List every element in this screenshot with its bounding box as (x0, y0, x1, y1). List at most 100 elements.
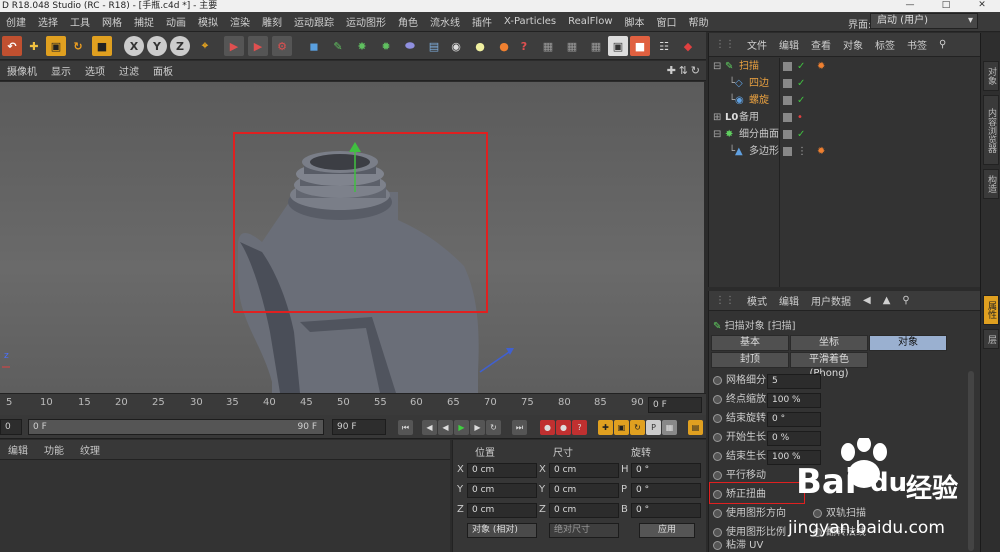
render-view-icon[interactable]: ▶ (224, 36, 244, 56)
tag-icon[interactable]: ✹ (817, 58, 825, 75)
size-y-field[interactable]: 0 cm (549, 483, 619, 498)
object-row-polygon[interactable]: └ ▲ 多边形 ⋮ ✹ (709, 143, 981, 160)
object-row-helix[interactable]: └ ◉ 螺旋 ✓ (709, 92, 981, 109)
layer-icon[interactable] (783, 147, 792, 156)
end-frame-field[interactable]: 90 F (332, 419, 386, 435)
menu-character[interactable]: 角色 (392, 14, 424, 29)
size-x-field[interactable]: 0 cm (549, 463, 619, 478)
material-menu-edit[interactable]: 编辑 (0, 442, 36, 457)
pos-y-field[interactable]: 0 cm (467, 483, 537, 498)
animate-radio[interactable] (713, 451, 722, 461)
3d-viewport[interactable]: z (0, 82, 704, 393)
menu-mograph[interactable]: 运动图形 (340, 14, 392, 29)
key-rotation-icon[interactable]: ↻ (630, 420, 645, 435)
animate-radio[interactable] (713, 508, 722, 518)
python-icon[interactable]: ◆ (678, 36, 698, 56)
rotate-icon[interactable]: ↻ (68, 36, 88, 56)
object-row-subdivision[interactable]: ⊟ ✸ 细分曲面 ✓ (709, 126, 981, 143)
collapse-icon[interactable]: ⊞ (713, 109, 721, 126)
viewport-menu-panel[interactable]: 面板 (146, 63, 180, 78)
guide-icon[interactable]: ☷ (654, 36, 674, 56)
object-menu-bookmarks[interactable]: 书签 (901, 37, 933, 52)
size-mode-dropdown[interactable]: 绝对尺寸 (549, 523, 619, 538)
light-icon[interactable]: ● (470, 36, 490, 56)
layer-icon[interactable] (783, 113, 792, 122)
object-row-null[interactable]: ⊞ L0 备用 • (709, 109, 981, 126)
recent-tool-icon[interactable]: ■ (92, 36, 112, 56)
object-menu-file[interactable]: 文件 (741, 37, 773, 52)
z-axis-icon[interactable]: Z (170, 36, 190, 56)
deformer-icon[interactable]: ⬬ (400, 36, 420, 56)
size-z-field[interactable]: 0 cm (549, 503, 619, 518)
layer-icon[interactable] (783, 96, 792, 105)
attribute-menu-mode[interactable]: 模式 (741, 293, 773, 308)
animate-radio[interactable] (713, 413, 722, 423)
tab-phong[interactable]: 平滑着色(Phong) (790, 352, 868, 379)
layer-icon[interactable] (783, 130, 792, 139)
key-param-icon[interactable]: P (646, 420, 661, 435)
minimize-icon[interactable]: — (892, 0, 928, 12)
key-position-icon[interactable]: ✚ (598, 420, 613, 435)
help-icon[interactable]: ? (514, 36, 534, 56)
camera-icon[interactable]: ◉ (446, 36, 466, 56)
key-scale-icon[interactable]: ▣ (614, 420, 629, 435)
menu-animate[interactable]: 动画 (160, 14, 192, 29)
coord-mode-dropdown[interactable]: 对象 (相对) (467, 523, 537, 538)
collapse-icon[interactable]: ⊟ (713, 58, 721, 75)
object-menu-edit[interactable]: 编辑 (773, 37, 805, 52)
material-icon[interactable]: ● (494, 36, 514, 56)
menu-motion-tracking[interactable]: 运动跟踪 (288, 14, 340, 29)
mesh-subdivision-field[interactable]: 5 (767, 374, 821, 389)
tab-caps[interactable]: 封顶 (711, 352, 789, 368)
visibility-off-icon[interactable]: • (797, 109, 803, 126)
play-icon[interactable]: ▶ (454, 420, 469, 435)
layer-icon[interactable] (783, 62, 792, 71)
object-menu-tags[interactable]: 标签 (869, 37, 901, 52)
rot-p-field[interactable]: 0 ° (631, 483, 701, 498)
object-name[interactable]: 螺旋 (749, 92, 769, 109)
animate-radio[interactable] (713, 540, 722, 550)
autokey-icon[interactable]: ● (556, 420, 571, 435)
x-axis-icon[interactable]: X (124, 36, 144, 56)
menu-pipeline[interactable]: 流水线 (424, 14, 466, 29)
object-row-rectangle[interactable]: └ ◇ 四边 ✓ (709, 75, 981, 92)
attribute-menu-userdata[interactable]: 用户数据 (805, 293, 857, 308)
pen-icon[interactable]: ✎ (328, 36, 348, 56)
key-selection-icon[interactable]: ? (572, 420, 587, 435)
object-row-sweep[interactable]: ⊟ ✎ 扫描 ✓ ✹ (709, 58, 981, 75)
menu-realflow[interactable]: RealFlow (562, 16, 618, 27)
undo-icon[interactable]: ↶ (2, 36, 22, 56)
visibility-check-icon[interactable]: ✓ (797, 75, 805, 92)
viewport-menu-display[interactable]: 显示 (44, 63, 78, 78)
material-menu-function[interactable]: 功能 (36, 442, 72, 457)
sidebar-tab-layers[interactable]: 层 (983, 329, 999, 349)
object-name[interactable]: 细分曲面 (739, 126, 779, 143)
menu-help[interactable]: 帮助 (683, 14, 715, 29)
visibility-check-icon[interactable]: ✓ (797, 58, 805, 75)
object-name[interactable]: 四边 (749, 75, 769, 92)
menu-mesh[interactable]: 网格 (96, 14, 128, 29)
next-frame-icon[interactable]: ▶ (470, 420, 485, 435)
sidebar-tab-structure[interactable]: 构造 (983, 169, 999, 199)
visibility-check-icon[interactable]: ✓ (797, 126, 805, 143)
next-key-icon[interactable]: ↻ (486, 420, 501, 435)
menu-window[interactable]: 窗口 (651, 14, 683, 29)
object-menu-view[interactable]: 查看 (805, 37, 837, 52)
animate-radio[interactable] (713, 394, 722, 404)
prev-key-icon[interactable]: ◀ (422, 420, 437, 435)
collapse-icon[interactable]: ⊟ (713, 126, 721, 143)
pointer-icon[interactable]: ▲ (877, 295, 897, 306)
maximize-icon[interactable]: □ (928, 0, 964, 12)
close-icon[interactable]: ✕ (964, 0, 1000, 12)
pos-x-field[interactable]: 0 cm (467, 463, 537, 478)
viewport-menu-options[interactable]: 选项 (78, 63, 112, 78)
move-icon[interactable]: ✚ (24, 36, 44, 56)
timeline-window-icon[interactable]: ▤ (688, 420, 703, 435)
menu-script[interactable]: 脚本 (619, 14, 651, 29)
sidebar-tab-attributes[interactable]: 属性 (983, 295, 999, 325)
prev-frame-icon[interactable]: ◀ (438, 420, 453, 435)
goto-start-icon[interactable]: ⏮ (398, 420, 413, 435)
rot-b-field[interactable]: 0 ° (631, 503, 701, 518)
workplane-icon[interactable]: ▦ (586, 36, 606, 56)
snap-icon[interactable]: ▦ (538, 36, 558, 56)
